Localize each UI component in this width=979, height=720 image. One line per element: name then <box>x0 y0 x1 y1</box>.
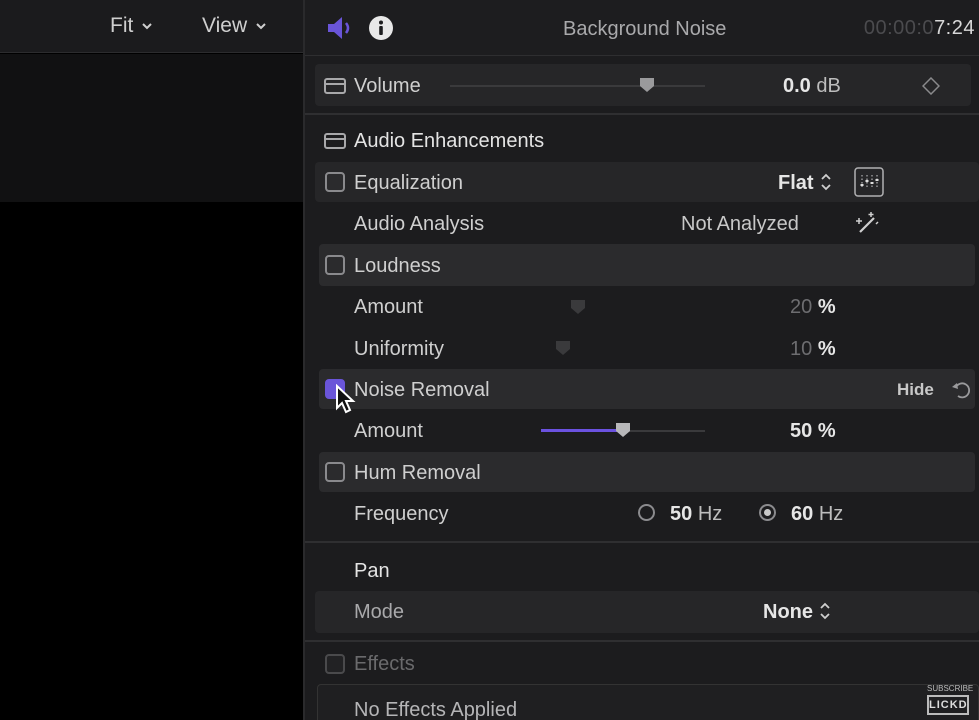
timecode: 00:00:07:24 <box>863 17 975 39</box>
loudness-amount-label: Amount <box>354 296 423 318</box>
audio-analysis-status: Not Analyzed <box>681 213 799 235</box>
frequency-50hz-label: 50 Hz <box>670 503 723 525</box>
audio-enhancements-title: Audio Enhancements <box>354 130 545 152</box>
loudness-amount-slider-knob[interactable] <box>570 299 586 315</box>
audio-analysis-label: Audio Analysis <box>354 213 485 235</box>
no-effects-text: No Effects Applied <box>354 699 518 720</box>
lickd-watermark-logo: SUBSCRIBE LICKD <box>927 684 973 716</box>
noise-removal-amount-label: Amount <box>354 420 423 442</box>
inspector-header: Background Noise 00:00:07:24 <box>305 0 979 56</box>
loudness-uniformity-label: Uniformity <box>354 338 445 360</box>
clip-title: Background Noise <box>563 18 727 40</box>
fit-menu-label: Fit <box>110 14 134 37</box>
chevron-down-icon <box>256 23 266 30</box>
audio-inspector-tab-icon[interactable] <box>325 14 355 42</box>
info-icon[interactable] <box>368 15 394 41</box>
volume-slider-knob[interactable] <box>639 77 655 93</box>
loudness-amount-value: 20 % <box>790 296 836 318</box>
pan-title: Pan <box>354 560 390 582</box>
view-menu[interactable]: View <box>202 14 267 38</box>
volume-value: 0.0 dB <box>783 75 841 97</box>
hide-button[interactable]: Hide <box>897 380 934 400</box>
section-divider <box>305 640 979 642</box>
viewer-toolbar: Fit View <box>0 0 303 53</box>
equalizer-graph-icon[interactable] <box>854 167 884 197</box>
section-divider <box>305 541 979 543</box>
effects-label: Effects <box>354 653 415 675</box>
noise-removal-amount-value: 50 % <box>790 420 836 442</box>
noise-removal-slider-knob[interactable] <box>615 422 631 438</box>
section-toggle-icon[interactable] <box>324 78 346 94</box>
volume-slider-track[interactable] <box>450 85 705 87</box>
hum-removal-checkbox[interactable] <box>325 462 345 482</box>
pan-mode-select[interactable]: None <box>763 601 813 624</box>
reset-icon[interactable] <box>950 379 972 401</box>
frequency-60hz-label: 60 Hz <box>791 503 844 525</box>
updown-chevron-icon <box>821 173 831 191</box>
volume-label: Volume <box>354 75 421 97</box>
chevron-down-icon <box>142 23 153 30</box>
frequency-label: Frequency <box>354 503 449 525</box>
loudness-uniformity-value: 10 % <box>790 338 836 360</box>
equalization-label: Equalization <box>354 172 463 194</box>
view-menu-label: View <box>202 14 248 37</box>
fit-menu[interactable]: Fit <box>110 14 153 38</box>
hum-removal-label: Hum Removal <box>354 462 481 484</box>
viewer-canvas <box>0 54 303 202</box>
section-divider <box>305 113 979 115</box>
loudness-uniformity-slider-knob[interactable] <box>555 340 571 356</box>
frequency-60hz-radio[interactable] <box>759 504 776 521</box>
frequency-50hz-radio[interactable] <box>638 504 655 521</box>
noise-removal-slider-fill <box>541 429 623 432</box>
viewer-panel: Fit View <box>0 0 303 720</box>
section-toggle-icon[interactable] <box>324 133 346 149</box>
loudness-label: Loudness <box>354 255 441 277</box>
equalization-checkbox[interactable] <box>325 172 345 192</box>
loudness-checkbox[interactable] <box>325 255 345 275</box>
keyframe-icon[interactable] <box>922 77 940 95</box>
audio-inspector: Background Noise 00:00:07:24 Volume 0.0 … <box>305 0 979 720</box>
magic-wand-icon[interactable] <box>852 210 882 236</box>
pan-mode-label: Mode <box>354 601 405 623</box>
updown-chevron-icon <box>820 602 830 620</box>
effects-checkbox[interactable] <box>325 654 345 674</box>
pan-mode-row <box>315 591 979 633</box>
noise-removal-label: Noise Removal <box>354 379 490 401</box>
equalization-preset-select[interactable]: Flat <box>778 172 814 195</box>
